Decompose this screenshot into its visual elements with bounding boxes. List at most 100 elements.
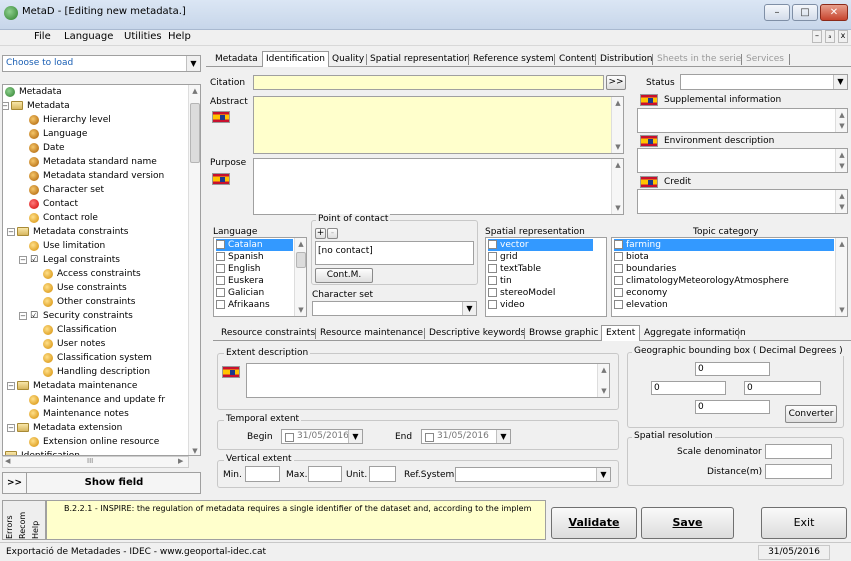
menu-file[interactable]: File xyxy=(34,31,51,42)
tab-help[interactable]: Help xyxy=(31,521,40,539)
add-contact-button[interactable]: + xyxy=(315,228,326,239)
spanish-flag-icon[interactable] xyxy=(640,94,658,106)
extent-description-field[interactable]: ▲ ▼ xyxy=(246,363,610,398)
tree-node[interactable]: Hierarchy level xyxy=(29,113,111,127)
scroll-left-icon[interactable]: ◀ xyxy=(5,457,10,465)
checkbox[interactable] xyxy=(614,264,623,273)
language-item[interactable]: Euskera xyxy=(216,275,293,287)
tab-quality[interactable]: Quality xyxy=(332,54,364,64)
validate-button[interactable]: Validate xyxy=(551,507,637,539)
tab-identification[interactable]: Identification xyxy=(262,51,330,67)
tree-node[interactable]: +Identification xyxy=(5,449,80,455)
min-field[interactable] xyxy=(245,466,280,482)
tree-node[interactable]: Metadata xyxy=(5,85,62,99)
remove-contact-button[interactable]: - xyxy=(327,228,338,239)
tab-resource-maintenance[interactable]: Resource maintenance xyxy=(320,328,423,338)
spatial-representation-item[interactable]: tin xyxy=(488,275,593,287)
language-item[interactable]: Afrikaans xyxy=(216,299,293,311)
tab-recom[interactable]: Recom xyxy=(18,512,27,539)
checkbox[interactable] xyxy=(488,264,497,273)
topic-category-item[interactable]: economy xyxy=(614,287,834,299)
tree-node[interactable]: Classification system xyxy=(43,351,152,365)
checkbox[interactable] xyxy=(216,300,225,309)
tree-node[interactable]: Extension online resource xyxy=(29,435,159,449)
tree-node[interactable]: − Metadata xyxy=(3,99,70,113)
citation-more-button[interactable]: >> xyxy=(606,75,626,90)
tree-node[interactable]: Access constraints xyxy=(43,267,141,281)
checkbox[interactable] xyxy=(614,252,623,261)
scroll-thumb[interactable] xyxy=(190,103,200,163)
topic-category-item[interactable]: climatologyMeteorologyAtmosphere xyxy=(614,275,834,287)
charset-combo[interactable]: ▼ xyxy=(312,301,477,316)
language-item[interactable]: Catalan xyxy=(216,239,293,251)
mdi-minimize-button[interactable]: – xyxy=(812,30,822,43)
tree-node[interactable]: Handling description xyxy=(43,365,150,379)
spanish-flag-icon[interactable] xyxy=(212,173,230,185)
scroll-down-icon[interactable]: ▼ xyxy=(189,445,200,455)
west-field[interactable]: 0 xyxy=(651,381,726,395)
exit-button[interactable]: Exit xyxy=(761,507,847,539)
max-field[interactable] xyxy=(308,466,342,482)
tab-extent[interactable]: Extent xyxy=(601,325,641,341)
checkbox[interactable] xyxy=(488,276,497,285)
mdi-restore-button[interactable]: ₐ xyxy=(825,30,835,43)
spatial-representation-item[interactable]: video xyxy=(488,299,593,311)
tab-metadata[interactable]: Metadata xyxy=(215,54,258,64)
tree-node[interactable]: User notes xyxy=(43,337,105,351)
tab-errors[interactable]: Errors xyxy=(5,515,14,539)
topic-category-item[interactable]: biota xyxy=(614,251,834,263)
spanish-flag-icon[interactable] xyxy=(640,176,658,188)
language-item[interactable]: Spanish xyxy=(216,251,293,263)
checkbox[interactable] xyxy=(216,240,225,249)
end-date-picker[interactable]: 31/05/2016 ▼ xyxy=(421,429,511,444)
tree-node[interactable]: − Metadata maintenance xyxy=(7,379,137,393)
tree-node[interactable]: − ☑ Legal constraints xyxy=(19,253,120,267)
tree-node[interactable]: Maintenance and update fr xyxy=(29,393,165,407)
checkbox[interactable] xyxy=(614,240,623,249)
spatial-representation-item[interactable]: vector xyxy=(488,239,593,251)
tree-node[interactable]: − Metadata constraints xyxy=(7,225,129,239)
citation-field[interactable] xyxy=(253,75,604,90)
topic-category-list[interactable]: farming biota boundaries climatologyMeteoro… xyxy=(611,237,848,317)
tree-node[interactable]: Metadata standard name xyxy=(29,155,157,169)
language-item[interactable]: English xyxy=(216,263,293,275)
checkbox[interactable] xyxy=(216,264,225,273)
mdi-close-button[interactable]: x xyxy=(838,30,848,43)
tree-node[interactable]: Contact xyxy=(29,197,78,211)
contact-manager-button[interactable]: Cont.M. xyxy=(315,268,373,283)
contact-list[interactable]: [no contact] xyxy=(315,241,474,265)
south-field[interactable]: 0 xyxy=(695,400,770,414)
tab-browse-graphic[interactable]: Browse graphic xyxy=(529,328,598,338)
close-button[interactable]: ✕ xyxy=(820,4,848,21)
expand-panel-button[interactable]: >> xyxy=(3,473,27,493)
purpose-scrollbar[interactable]: ▲ ▼ xyxy=(611,159,623,214)
chevron-down-icon[interactable]: ▼ xyxy=(833,75,847,89)
credit-field[interactable]: ▲ ▼ xyxy=(637,189,848,214)
topic-category-item[interactable]: farming xyxy=(614,239,834,251)
spatial-representation-item[interactable]: stereoModel xyxy=(488,287,593,299)
chevron-down-icon[interactable]: ▼ xyxy=(496,430,510,443)
checkbox[interactable] xyxy=(216,276,225,285)
checkbox[interactable] xyxy=(488,288,497,297)
topic-category-item[interactable]: elevation xyxy=(614,299,834,311)
tree-node[interactable]: Character set xyxy=(29,183,104,197)
tree-node[interactable]: Classification xyxy=(43,323,117,337)
tree-node[interactable]: − ☑ Security constraints xyxy=(19,309,133,323)
collapse-icon[interactable]: − xyxy=(3,102,9,110)
spatial-representation-list[interactable]: vector grid textTable tin stereoModel video xyxy=(485,237,607,317)
end-checkbox[interactable] xyxy=(425,433,434,442)
north-field[interactable]: 0 xyxy=(695,362,770,376)
spatial-representation-item[interactable]: textTable xyxy=(488,263,593,275)
checkbox[interactable] xyxy=(614,288,623,297)
spanish-flag-icon[interactable] xyxy=(640,135,658,147)
tab-sheets-in-serie[interactable]: Sheets in the serie xyxy=(657,54,741,64)
spanish-flag-icon[interactable] xyxy=(222,366,240,378)
collapse-icon[interactable]: − xyxy=(19,256,27,264)
tree-node[interactable]: Maintenance notes xyxy=(29,407,129,421)
abstract-scrollbar[interactable]: ▲ ▼ xyxy=(611,97,623,153)
checkbox[interactable] xyxy=(488,240,497,249)
scale-denominator-field[interactable] xyxy=(765,444,832,459)
maximize-button[interactable]: □ xyxy=(792,4,818,21)
tab-services[interactable]: Services xyxy=(746,54,784,64)
scroll-right-icon[interactable]: ▶ xyxy=(178,457,183,465)
